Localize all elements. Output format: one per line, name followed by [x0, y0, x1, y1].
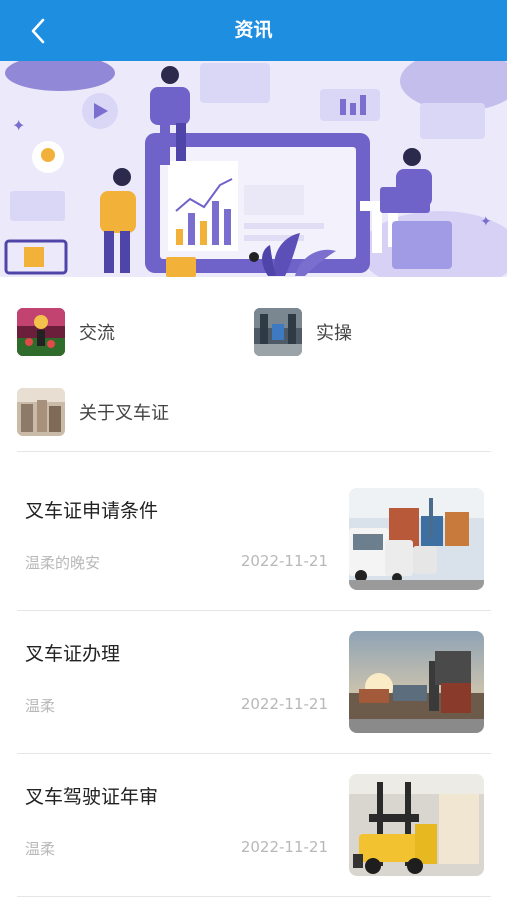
container-yard-photo	[349, 631, 484, 733]
business-analytics-illustration: ✦ ✦	[0, 61, 507, 277]
category-about-forklift[interactable]: 关于叉车证	[17, 388, 169, 436]
article-date: 2022-11-21	[240, 838, 328, 856]
article-item[interactable]: 叉车证申请条件 温柔的晚安 2022-11-21	[17, 468, 491, 610]
carousel-dot[interactable]	[249, 252, 259, 262]
article-date: 2022-11-21	[240, 552, 328, 570]
svg-text:✦: ✦	[480, 214, 492, 230]
app-header: 资讯	[0, 0, 507, 61]
category-practice[interactable]: 实操	[254, 308, 352, 356]
article-author: 温柔	[25, 697, 56, 715]
article-author: 温柔	[25, 840, 56, 858]
banner-carousel[interactable]: ✦ ✦	[0, 61, 507, 277]
section-divider	[17, 451, 491, 452]
about-forklift-thumbnail	[17, 388, 65, 436]
svg-text:✦: ✦	[12, 116, 25, 135]
article-divider	[17, 896, 491, 897]
exchange-thumbnail	[17, 308, 65, 356]
category-label: 交流	[79, 323, 115, 344]
article-title: 叉车证办理	[25, 643, 121, 665]
article-item[interactable]: 叉车驾驶证年审 温柔 2022-11-21	[17, 754, 491, 896]
article-date: 2022-11-21	[240, 695, 328, 713]
article-title: 叉车驾驶证年审	[25, 786, 159, 808]
article-item[interactable]: 叉车证办理 温柔 2022-11-21	[17, 611, 491, 753]
practice-thumbnail	[254, 308, 302, 356]
category-label: 实操	[316, 323, 352, 344]
category-label: 关于叉车证	[79, 403, 169, 424]
category-exchange[interactable]: 交流	[17, 308, 115, 356]
article-author: 温柔的晚安	[25, 554, 101, 572]
trucks-port-photo	[349, 488, 484, 590]
page-title: 资讯	[234, 19, 273, 41]
article-title: 叉车证申请条件	[25, 500, 159, 522]
forklift-warehouse-photo	[349, 774, 484, 876]
